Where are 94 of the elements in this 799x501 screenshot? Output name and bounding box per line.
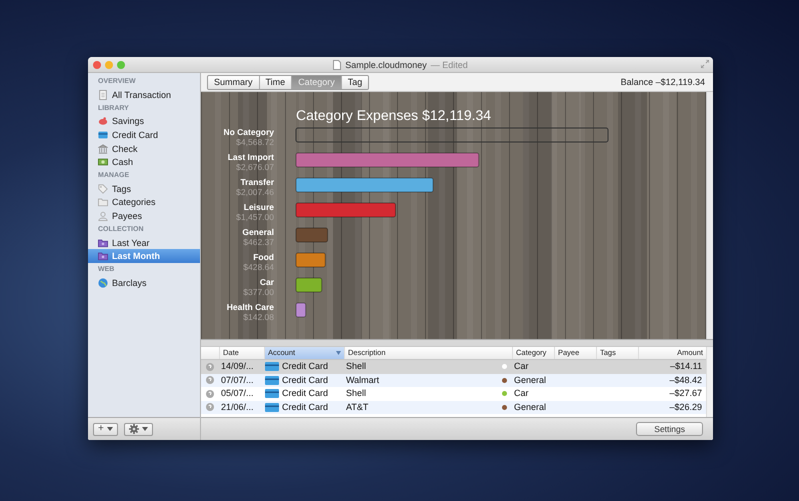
- value-label: $4,568.72: [236, 137, 274, 147]
- zoom-button[interactable]: [117, 60, 125, 68]
- question-icon: [206, 403, 214, 412]
- view-tab[interactable]: Time: [260, 76, 292, 88]
- value-label: $1,457.00: [236, 212, 274, 222]
- amount-cell-text: –$14.11: [669, 361, 703, 372]
- sidebar-item[interactable]: Cash: [88, 155, 200, 169]
- question-icon: [206, 362, 214, 371]
- window-title: Sample.cloudmoney: [345, 60, 427, 70]
- tag-icon: [98, 184, 108, 194]
- document-icon: [333, 60, 342, 70]
- category-cell-text: Car: [513, 388, 530, 400]
- transaction-row[interactable]: 05/07/... Credit Card Shell Car –$27.67: [201, 387, 706, 400]
- minimize-button[interactable]: [105, 60, 113, 68]
- transaction-row[interactable]: 07/07/... Credit Card Walmart General –$48.42: [201, 374, 706, 387]
- date-cell-text: 21/06/...: [220, 402, 255, 413]
- settings-button[interactable]: Settings: [636, 422, 703, 436]
- value-label: $462.37: [243, 237, 274, 247]
- card-icon: [265, 362, 279, 372]
- bank-icon: [98, 144, 108, 154]
- account-cell-text: Credit Card: [281, 388, 330, 400]
- scroll-bar[interactable]: [706, 92, 713, 339]
- chart-title: Category Expenses $12,119.34: [296, 107, 492, 123]
- card-icon: [265, 402, 279, 412]
- card-icon: [265, 389, 279, 398]
- sidebar-item[interactable]: Savings: [88, 114, 200, 128]
- description-cell-text: Walmart: [345, 374, 380, 386]
- card-icon: [265, 376, 279, 385]
- sidebar-item[interactable]: Payees: [88, 209, 200, 223]
- person-icon: [98, 210, 108, 221]
- bar: [296, 228, 328, 242]
- banknote-icon: [98, 157, 108, 168]
- sidebar-item[interactable]: Tags: [88, 182, 200, 196]
- settings-menu-button[interactable]: [124, 422, 153, 436]
- edited-status: — Edited: [430, 60, 468, 70]
- sidebar-item[interactable]: Credit Card: [88, 128, 200, 142]
- value-label: $2,676.07: [236, 162, 274, 172]
- category-cell-text: Car: [513, 361, 530, 372]
- category-cell-text: General: [513, 374, 548, 386]
- bar: [296, 278, 322, 292]
- category-label: Food: [253, 252, 274, 262]
- description-cell-text: AT&T: [345, 402, 370, 413]
- value-label: $377.00: [243, 287, 274, 297]
- category-cell-text: General: [513, 402, 548, 413]
- close-button[interactable]: [93, 60, 101, 68]
- amount-cell-text: –$48.42: [668, 374, 703, 386]
- account-cell-text: Credit Card: [281, 374, 330, 386]
- description-cell-text: Shell: [345, 361, 368, 372]
- scroll-bar[interactable]: [201, 339, 713, 347]
- document-icon: [98, 90, 108, 100]
- balance-label: Balance –$12,119.34: [620, 77, 705, 87]
- add-button[interactable]: +: [93, 422, 118, 436]
- bar: [296, 252, 326, 268]
- sidebar-item[interactable]: Categories: [88, 196, 200, 210]
- category-label: General: [242, 227, 274, 237]
- category-label: Car: [260, 277, 274, 287]
- card-icon: [98, 130, 108, 140]
- description-cell-text: Shell: [345, 388, 368, 400]
- fullscreen-icon[interactable]: [701, 60, 709, 68]
- transaction-row[interactable]: 14/09/... Credit Card Shell Car –$14.11: [201, 360, 706, 374]
- folder-icon: [98, 251, 108, 262]
- date-cell-text: 07/07/...: [220, 374, 255, 386]
- view-tab[interactable]: Summary: [208, 76, 260, 88]
- sidebar-item[interactable]: Last Year: [88, 236, 200, 250]
- value-label: $142.08: [243, 312, 274, 322]
- sidebar-item[interactable]: Check: [88, 142, 200, 156]
- value-label: $2,007.46: [236, 187, 274, 197]
- date-cell-text: 05/07/...: [220, 388, 255, 400]
- amount-cell-text: –$27.67: [668, 388, 703, 400]
- category-label: Last Import: [228, 152, 274, 162]
- caret-icon: [106, 427, 113, 431]
- piggy-bank-icon: [98, 116, 108, 126]
- view-tab[interactable]: Tag: [342, 76, 368, 88]
- value-label: $428.64: [243, 262, 274, 272]
- account-cell-text: Credit Card: [281, 402, 330, 413]
- globe-icon: [98, 278, 108, 288]
- sidebar-item[interactable]: All Transaction: [88, 88, 200, 102]
- category-label: No Category: [223, 127, 274, 137]
- sort-arrow-icon: [336, 351, 341, 355]
- amount-cell-text: –$26.29: [668, 402, 703, 413]
- category-label: Health Care: [226, 302, 274, 312]
- transaction-row[interactable]: 21/06/... Credit Card AT&T General –$26.29: [201, 400, 706, 414]
- folder-icon: [98, 197, 108, 208]
- question-icon: [206, 376, 214, 384]
- gear-icon: [128, 424, 139, 434]
- date-cell-text: 14/09/...: [220, 361, 255, 372]
- caret-icon: [142, 427, 148, 431]
- category-label: Leisure: [244, 202, 274, 212]
- question-icon: [206, 390, 214, 398]
- folder-icon: [98, 238, 108, 248]
- bar: [296, 302, 306, 318]
- account-cell-text: Credit Card: [281, 361, 330, 372]
- sidebar-item[interactable]: Barclays: [88, 276, 200, 290]
- category-label: Transfer: [240, 177, 274, 187]
